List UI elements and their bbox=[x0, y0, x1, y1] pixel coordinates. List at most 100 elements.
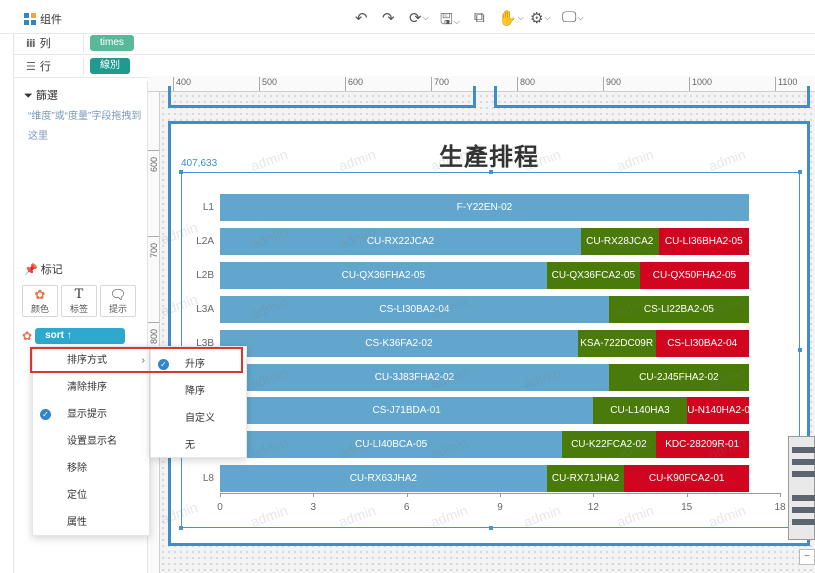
bar-segment[interactable]: CU-QX36FCA2-05 bbox=[546, 261, 640, 289]
submenu-item-descending[interactable]: 降序 bbox=[151, 378, 248, 405]
annotation-highlight-box bbox=[30, 347, 243, 373]
context-menu: 排序方式 › 清除排序 ✓ 显示提示 设置显示名 移除 定位 属性 bbox=[32, 346, 150, 536]
rows-label: 行 bbox=[39, 61, 51, 73]
submenu-item-label: 自定义 bbox=[185, 413, 215, 424]
bar-segment[interactable]: CU-QX50FHA2-05 bbox=[640, 261, 749, 289]
menu-item-label: 清除排序 bbox=[67, 382, 107, 393]
hand-icon[interactable]: ✋ ⌵ bbox=[498, 9, 524, 27]
chart-title: 生產排程 bbox=[439, 144, 539, 171]
filter-drop-hint[interactable]: “维度”或“度量”字段拖拽到这里 bbox=[28, 107, 146, 147]
bar-segment[interactable]: CS-LI30BA2-04 bbox=[220, 295, 609, 323]
bar-segment[interactable]: F-Y22EN-02 bbox=[220, 194, 749, 221]
component-panel-title[interactable]: 组件 bbox=[24, 11, 62, 27]
bar-segment[interactable]: CU-RX22JCA2 bbox=[220, 227, 581, 255]
x-axis-tick-label: 12 bbox=[587, 502, 599, 513]
bar-segment[interactable]: CU-N140HA2-01 bbox=[686, 397, 749, 425]
menu-item-properties[interactable]: 属性 bbox=[33, 509, 151, 536]
label-button-label: 标签 bbox=[69, 303, 88, 314]
display-icon[interactable]: 🖵 ⌵ bbox=[562, 9, 584, 26]
color-button-label: 颜色 bbox=[30, 303, 49, 314]
resize-handle[interactable] bbox=[489, 170, 493, 174]
bar-segment[interactable]: CS-J71BDA-01 bbox=[220, 397, 594, 425]
resize-handle[interactable] bbox=[798, 170, 802, 174]
bar-segment[interactable]: CU-RX71JHA2 bbox=[546, 465, 625, 493]
x-axis-tick-mark bbox=[220, 493, 221, 497]
bar-segment[interactable]: KDC-28209R-01 bbox=[655, 431, 749, 459]
upper-widget-frame[interactable] bbox=[494, 86, 810, 108]
bar-segment[interactable]: CS-LI22BA2-05 bbox=[608, 295, 749, 323]
check-icon: ✓ bbox=[40, 409, 51, 420]
resize-handle[interactable] bbox=[179, 526, 183, 530]
filter-title: 篩選 bbox=[35, 90, 58, 102]
y-axis-label: L3A bbox=[196, 303, 214, 315]
color-icon: ✿ bbox=[34, 286, 46, 302]
menu-item-remove[interactable]: 移除 bbox=[33, 455, 151, 482]
submenu-item-none[interactable]: 无 bbox=[151, 432, 248, 459]
pin-icon: 📌 bbox=[24, 264, 38, 276]
columns-field-pill[interactable]: times bbox=[90, 35, 134, 51]
rows-icon: ☰ bbox=[26, 60, 36, 73]
menu-item-locate[interactable]: 定位 bbox=[33, 482, 151, 509]
marks-buttons: ✿ 颜色 T 标签 🗨 提示 bbox=[22, 285, 136, 317]
x-axis-tick-mark bbox=[500, 493, 501, 497]
save-icon[interactable]: 🖫 ⌵ bbox=[440, 9, 460, 34]
x-axis-tick-mark bbox=[780, 493, 781, 497]
menu-item-label: 属性 bbox=[67, 517, 87, 528]
settings-icon[interactable]: ⚙ ⌵ bbox=[530, 9, 551, 27]
color-icon: ✿ bbox=[22, 329, 33, 343]
top-toolbar: 组件 ↶ ↷ ⟳ ⌵ 🖫 ⌵ ⧉ ✋ ⌵ ⚙ ⌵ 🖵 ⌵ bbox=[0, 0, 815, 34]
resize-handle[interactable] bbox=[489, 526, 493, 530]
bar-segment[interactable]: CU-K22FCA2-02 bbox=[562, 431, 656, 459]
filter-header: ⏷ 篩選 bbox=[24, 87, 58, 103]
bar-segment[interactable]: CU-3J83FHA2-02 bbox=[220, 363, 609, 391]
ruler-label: 700 bbox=[149, 242, 159, 258]
submenu-item-label: 无 bbox=[185, 440, 195, 451]
ruler-label: 600 bbox=[149, 156, 159, 172]
zoom-icon[interactable]: ⧉ bbox=[474, 9, 485, 26]
x-axis-tick-label: 3 bbox=[310, 502, 317, 513]
x-axis-tick-mark bbox=[686, 493, 688, 497]
menu-item-clear-sort[interactable]: 清除排序 bbox=[33, 374, 151, 401]
label-button[interactable]: T 标签 bbox=[61, 285, 97, 317]
submenu-item-custom[interactable]: 自定义 bbox=[151, 405, 248, 432]
menu-item-show-tooltip[interactable]: ✓ 显示提示 bbox=[33, 401, 151, 428]
minimap-thumbnail[interactable] bbox=[788, 436, 815, 540]
marks-header: 📌 标记 bbox=[24, 261, 63, 277]
color-button[interactable]: ✿ 颜色 bbox=[22, 285, 58, 317]
sort-row: ✿ sort ↑ bbox=[22, 328, 126, 344]
upper-widget-frame[interactable] bbox=[168, 86, 476, 108]
submenu-item-label: 降序 bbox=[185, 386, 205, 397]
resize-handle[interactable] bbox=[179, 170, 183, 174]
text-icon: T bbox=[74, 286, 84, 302]
bar-segment[interactable]: CU-K90FCA2-01 bbox=[624, 465, 749, 493]
redo-icon[interactable]: ↷ bbox=[382, 9, 395, 27]
bar-segment[interactable]: CU-2J45FHA2-02 bbox=[608, 363, 749, 391]
bar-segment[interactable]: CU-LI36BHA2-05 bbox=[658, 227, 749, 255]
bar-segment[interactable]: CU-RX28JCA2 bbox=[580, 227, 659, 255]
components-icon bbox=[24, 13, 36, 25]
tooltip-icon: 🗨 bbox=[109, 286, 127, 302]
bar-segment[interactable]: KSA-722DC09R bbox=[577, 329, 656, 357]
bar-segment[interactable]: CS-LI30BA2-04 bbox=[655, 329, 749, 357]
menu-item-set-display-name[interactable]: 设置显示名 bbox=[33, 428, 151, 455]
ruler-label: 800 bbox=[149, 328, 159, 344]
x-axis-tick-mark bbox=[593, 493, 595, 497]
filter-icon: ⏷ bbox=[24, 90, 33, 102]
bar-segment[interactable]: CU-QX36FHA2-05 bbox=[220, 261, 547, 289]
y-axis-label: L2A bbox=[196, 235, 214, 247]
bar-segment[interactable]: CU-LI40BCA-05 bbox=[220, 431, 563, 459]
menu-item-label: 移除 bbox=[67, 463, 87, 474]
refresh-icon[interactable]: ⟳ ⌵ bbox=[409, 9, 429, 27]
bar-segment[interactable]: CS-K36FA2-02 bbox=[220, 329, 578, 357]
rows-shelf-label: ☰ 行 bbox=[14, 57, 84, 75]
marks-title: 标记 bbox=[40, 264, 63, 276]
bar-segment[interactable]: CU-RX63JHA2 bbox=[220, 465, 547, 493]
y-axis-label: L2B bbox=[196, 269, 214, 281]
tooltip-button[interactable]: 🗨 提示 bbox=[100, 285, 136, 317]
sort-field-pill[interactable]: sort ↑ bbox=[35, 328, 126, 344]
bar-segment[interactable]: CU-L140HA3 bbox=[593, 397, 687, 425]
rows-field-pill[interactable]: 線別 bbox=[90, 58, 130, 74]
zoom-out-button[interactable]: − bbox=[799, 549, 815, 565]
undo-icon[interactable]: ↶ bbox=[355, 9, 368, 27]
resize-handle[interactable] bbox=[798, 348, 802, 352]
